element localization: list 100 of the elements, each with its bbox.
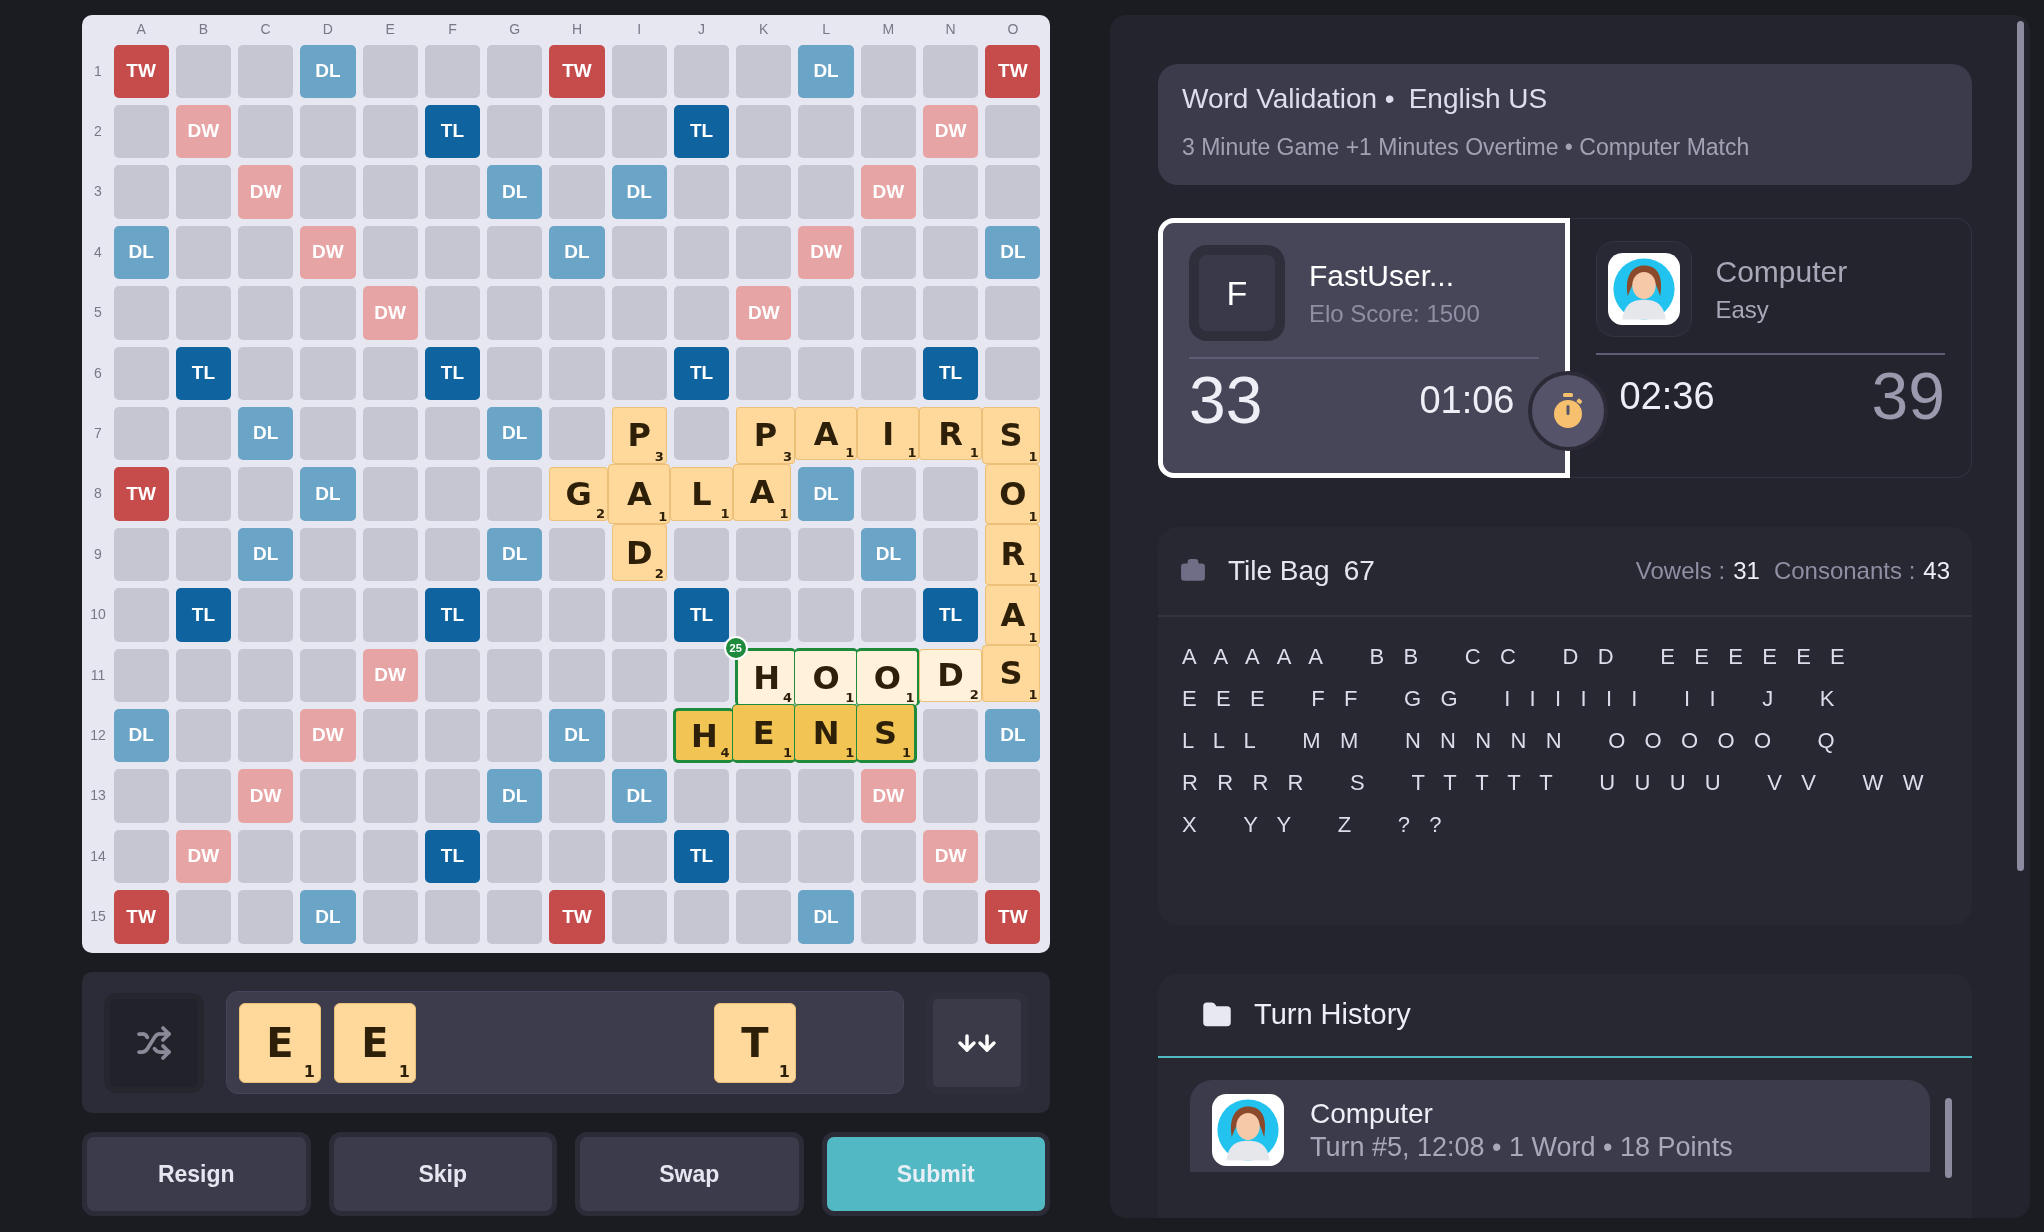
shuffle-icon bbox=[136, 1024, 172, 1061]
letter-tile: R 1 bbox=[985, 524, 1041, 585]
tile-bag-count: 67 bbox=[1343, 554, 1375, 588]
bag-icon bbox=[1180, 558, 1206, 584]
scrollbar[interactable] bbox=[1945, 1098, 1952, 1178]
column-label: B bbox=[197, 19, 210, 39]
board-square bbox=[362, 165, 418, 219]
board-square bbox=[113, 648, 169, 702]
remaining-letters: V V bbox=[1767, 769, 1823, 797]
action-button[interactable]: Resign bbox=[82, 1132, 311, 1216]
board-square bbox=[611, 44, 667, 98]
turn-history-item[interactable]: Computer Turn #5, 12:08 • 1 Word • 18 Points bbox=[1190, 1080, 1930, 1172]
board-square bbox=[424, 769, 481, 823]
board-square bbox=[611, 104, 667, 159]
row-label: 4 bbox=[93, 242, 103, 262]
board-square bbox=[487, 286, 543, 340]
board-square bbox=[860, 286, 916, 340]
player-subtitle: Easy bbox=[1715, 294, 1770, 325]
board-square bbox=[362, 708, 418, 763]
board-square bbox=[922, 44, 979, 98]
double-word-square: DW bbox=[860, 165, 916, 219]
board-square bbox=[549, 829, 605, 884]
double-letter-square: DL bbox=[300, 467, 356, 521]
triple-word-square: TW bbox=[549, 890, 605, 944]
remaining-letters: R R R R bbox=[1182, 769, 1311, 797]
board-square bbox=[860, 467, 916, 521]
board-square bbox=[175, 769, 232, 823]
board-square bbox=[549, 104, 605, 159]
board-square bbox=[985, 346, 1041, 400]
double-letter-square: DL bbox=[113, 225, 169, 280]
stopwatch-icon bbox=[1552, 393, 1584, 429]
remaining-letters: Z bbox=[1337, 811, 1358, 839]
player-subtitle: Elo Score: 1500 bbox=[1309, 298, 1480, 329]
action-button[interactable]: Skip bbox=[328, 1132, 557, 1216]
double-letter-square: DL bbox=[985, 708, 1041, 763]
board-square bbox=[362, 467, 418, 521]
letter-tile: L 1 bbox=[670, 467, 733, 521]
triple-letter-square: TL bbox=[673, 104, 730, 159]
board-square bbox=[424, 708, 481, 763]
board-square bbox=[673, 406, 730, 461]
double-word-square: DW bbox=[736, 286, 792, 340]
board-square bbox=[487, 648, 543, 702]
triple-letter-square: TL bbox=[673, 588, 730, 642]
triple-letter-square: TL bbox=[922, 346, 979, 400]
turn-history-title: Turn History bbox=[1254, 997, 1411, 1033]
shuffle-button[interactable] bbox=[104, 992, 204, 1093]
board-square bbox=[798, 527, 854, 582]
recall-tiles-button[interactable] bbox=[926, 991, 1028, 1094]
player-name: FastUser... bbox=[1309, 258, 1456, 295]
board-square bbox=[611, 588, 667, 642]
board-square bbox=[611, 286, 667, 340]
game-title: Word Validation • bbox=[1182, 82, 1395, 116]
letter-tile[interactable]: E 1 bbox=[334, 1002, 416, 1083]
board-square bbox=[922, 286, 979, 340]
remaining-letters: E E E bbox=[1182, 685, 1272, 713]
board-square bbox=[300, 588, 356, 642]
letter-tile: O 1 bbox=[985, 463, 1041, 525]
board-square bbox=[736, 346, 792, 400]
board-square bbox=[736, 769, 792, 823]
row-label: 1 bbox=[93, 61, 103, 81]
player-score: 39 bbox=[1871, 363, 1945, 429]
action-button[interactable]: Swap bbox=[575, 1132, 804, 1216]
board-square bbox=[611, 890, 667, 944]
remaining-letters: Y Y bbox=[1243, 811, 1298, 839]
column-label: K bbox=[758, 19, 770, 39]
board-square bbox=[611, 648, 667, 702]
letter-tile[interactable]: T 1 bbox=[714, 1002, 796, 1083]
double-letter-square: DL bbox=[300, 44, 356, 98]
triple-letter-square: TL bbox=[922, 588, 979, 642]
board-square bbox=[424, 165, 481, 219]
board-square bbox=[113, 346, 169, 400]
column-label: M bbox=[881, 19, 896, 39]
board-square bbox=[238, 648, 294, 702]
remaining-letters: U U U U bbox=[1599, 769, 1728, 797]
board-square bbox=[736, 44, 792, 98]
board-square bbox=[673, 286, 730, 340]
letter-tile[interactable]: E 1 bbox=[239, 1002, 321, 1083]
board-square bbox=[424, 406, 481, 461]
column-label: H bbox=[570, 19, 584, 39]
triple-letter-square: TL bbox=[175, 588, 232, 642]
board-square bbox=[362, 829, 418, 884]
column-label: D bbox=[321, 19, 334, 39]
remaining-letters: C C bbox=[1464, 643, 1523, 671]
board-square bbox=[922, 467, 979, 521]
turn-player: Computer bbox=[1310, 1096, 1434, 1131]
double-letter-square: DL bbox=[549, 708, 605, 763]
board-square bbox=[362, 346, 418, 400]
row-label: 3 bbox=[93, 182, 103, 202]
column-label: F bbox=[447, 19, 458, 39]
letter-tile: A 1 bbox=[985, 584, 1041, 645]
remaining-letters: D D bbox=[1562, 643, 1621, 671]
board-square bbox=[860, 104, 916, 159]
row-label: 7 bbox=[93, 424, 103, 444]
vowels-count: 31 bbox=[1733, 556, 1760, 586]
board-square bbox=[424, 527, 481, 582]
board-square bbox=[736, 104, 792, 159]
scrollbar[interactable] bbox=[2017, 21, 2024, 871]
board-square bbox=[922, 165, 979, 219]
board-square bbox=[487, 225, 543, 280]
double-word-square: DW bbox=[922, 104, 979, 159]
